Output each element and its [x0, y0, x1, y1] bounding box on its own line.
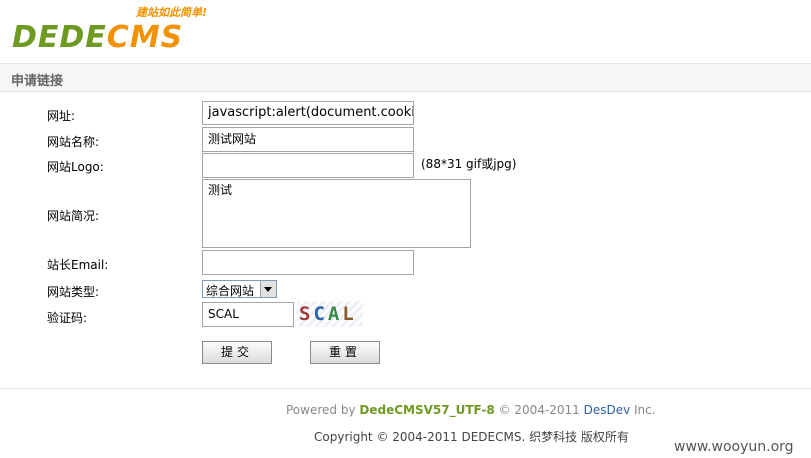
captcha-char: S — [299, 303, 314, 325]
logo-slogan: 建站如此简单! — [136, 6, 208, 19]
powered-version-link[interactable]: DedeCMSV57_UTF-8 — [359, 403, 494, 417]
powered-prefix: Powered by — [286, 403, 356, 417]
powered-company-link[interactable]: DesDev — [584, 403, 631, 417]
copyright-text: Copyright © 2004-2011 DEDECMS. 织梦科技 版权所有 — [314, 430, 629, 444]
chevron-down-icon[interactable] — [260, 281, 276, 297]
url-input[interactable]: javascript:alert(document.cooki — [202, 101, 414, 125]
site-name-input[interactable]: 测试网站 — [202, 127, 414, 152]
description-label: 网站简况: — [47, 209, 100, 223]
site-type-selected: 综合网站 — [206, 284, 255, 298]
powered-suffix: Inc. — [634, 403, 656, 417]
site-type-select[interactable]: 综合网站 — [202, 280, 277, 298]
logo-dede: DEDE — [12, 20, 107, 55]
page-title: 申请链接 — [11, 74, 64, 89]
captcha-label: 验证码: — [47, 311, 88, 325]
logo-cms: CMS — [106, 20, 184, 55]
captcha-text: SCAL — [299, 303, 357, 325]
footer-divider — [0, 388, 811, 389]
email-label: 站长Email: — [47, 258, 109, 272]
dedecms-logo[interactable]: 建站如此简单! DEDECMS — [12, 4, 227, 56]
watermark: www.wooyun.org — [674, 439, 794, 455]
logo-text: DEDECMS — [12, 20, 183, 55]
submit-button[interactable]: 提交 — [202, 341, 272, 364]
captcha-input[interactable]: SCAL — [202, 302, 294, 327]
logo-label: 网站Logo: — [47, 160, 104, 174]
email-input[interactable] — [202, 250, 414, 275]
logo-size-hint: (88*31 gif或jpg) — [421, 157, 517, 171]
captcha-image[interactable]: SCAL — [297, 301, 363, 327]
header: 建站如此简单! DEDECMS — [0, 0, 811, 63]
url-label: 网址: — [47, 109, 76, 123]
captcha-char: C — [313, 303, 328, 325]
site-type-label: 网站类型: — [47, 285, 100, 299]
powered-by: Powered by DedeCMSV57_UTF-8 © 2004-2011 … — [286, 403, 656, 417]
reset-button[interactable]: 重置 — [310, 341, 380, 364]
site-name-label: 网站名称: — [47, 135, 100, 149]
powered-years: © 2004-2011 — [498, 403, 580, 417]
logo-url-input[interactable] — [202, 153, 414, 178]
captcha-char: A — [327, 303, 343, 325]
section-title-bar: 申请链接 — [0, 64, 811, 92]
captcha-char: L — [342, 303, 357, 325]
description-textarea[interactable]: 测试 — [202, 179, 471, 248]
